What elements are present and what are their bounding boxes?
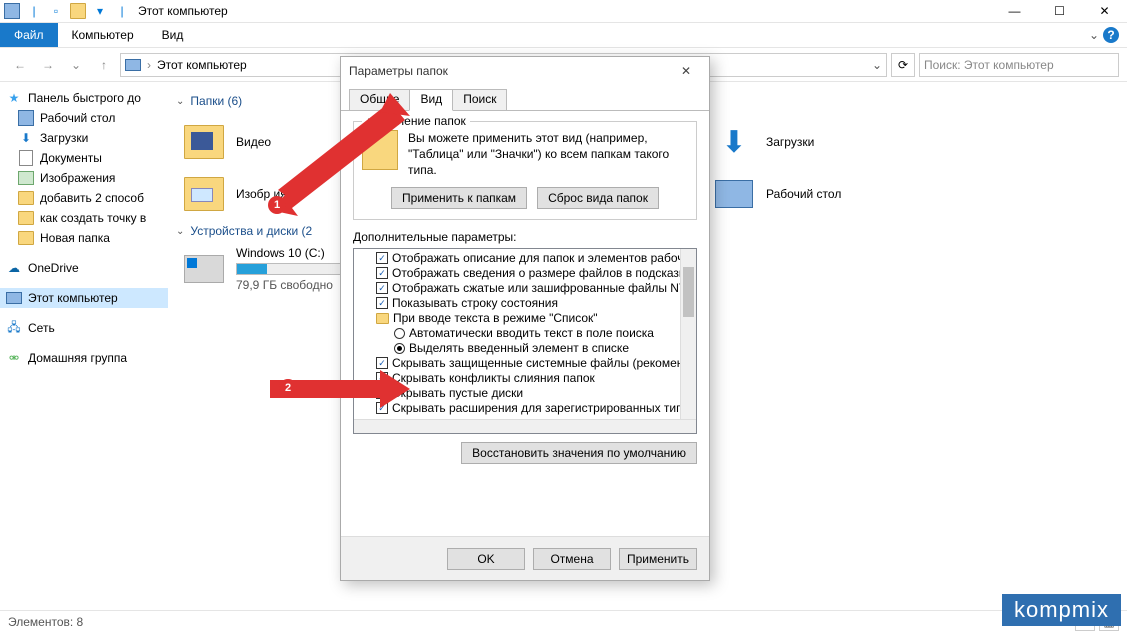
- sidebar-item-this-pc[interactable]: Этот компьютер: [0, 288, 168, 308]
- setting-row[interactable]: Автоматически вводить текст в поле поиск…: [358, 326, 696, 341]
- cancel-button[interactable]: Отмена: [533, 548, 611, 570]
- sidebar-item-folder[interactable]: как создать точку в: [0, 208, 168, 228]
- horizontal-scrollbar[interactable]: [354, 419, 696, 433]
- qat-new-folder-icon[interactable]: [70, 3, 86, 19]
- drive-free-text: 79,9 ГБ свободно: [236, 278, 356, 292]
- setting-row[interactable]: ✓Скрывать конфликты слияния папок: [358, 371, 696, 386]
- title-bar: | ▫ ▾ | Этот компьютер — ☐ ✕: [0, 0, 1127, 23]
- tab-computer[interactable]: Компьютер: [58, 23, 148, 47]
- qat-properties-icon[interactable]: ▫: [48, 3, 64, 19]
- dialog-tabs: Общие Вид Поиск: [341, 89, 709, 111]
- sidebar-item-folder[interactable]: Новая папка: [0, 228, 168, 248]
- sidebar-item-network[interactable]: 🖧Сеть: [0, 318, 168, 338]
- restore-defaults-button[interactable]: Восстановить значения по умолчанию: [461, 442, 697, 464]
- sidebar-item-folder[interactable]: добавить 2 способ: [0, 188, 168, 208]
- refresh-button[interactable]: ⟳: [891, 53, 915, 77]
- qat-dropdown-icon[interactable]: ▾: [92, 3, 108, 19]
- dialog-tab-general[interactable]: Общие: [349, 89, 410, 111]
- tab-file[interactable]: Файл: [0, 23, 58, 47]
- folder-views-group: дставление папок Вы можете применить это…: [353, 121, 697, 220]
- tab-view[interactable]: Вид: [148, 23, 198, 47]
- drive-name: Windows 10 (C:): [236, 246, 356, 260]
- sidebar-item-quickaccess[interactable]: ★Панель быстрого до: [0, 88, 168, 108]
- watermark: kompmix: [1002, 594, 1121, 626]
- setting-row[interactable]: Выделять введенный элемент в списке: [358, 341, 696, 356]
- nav-forward-button[interactable]: →: [36, 53, 60, 77]
- nav-up-button[interactable]: ↑: [92, 53, 116, 77]
- advanced-settings-label: Дополнительные параметры:: [353, 230, 697, 244]
- folder-views-description: Вы можете применить этот вид (например, …: [408, 130, 688, 179]
- search-placeholder: Поиск: Этот компьютер: [924, 58, 1054, 72]
- setting-row[interactable]: ✓Отображать сжатые или зашифрованные фай…: [358, 281, 696, 296]
- setting-row[interactable]: ✓Скрывать расширения для зарегистрирован…: [358, 401, 696, 416]
- setting-row[interactable]: ✓Скрывать пустые диски: [358, 386, 696, 401]
- sidebar-item-documents[interactable]: Документы: [0, 148, 168, 168]
- vertical-scrollbar[interactable]: [680, 249, 696, 419]
- help-icon[interactable]: ?: [1103, 27, 1119, 43]
- apply-to-folders-button[interactable]: Применить к папкам: [391, 187, 527, 209]
- sidebar-item-desktop[interactable]: Рабочий стол: [0, 108, 168, 128]
- close-button[interactable]: ✕: [1082, 0, 1127, 23]
- ok-button[interactable]: OK: [447, 548, 525, 570]
- system-menu-icon[interactable]: [4, 3, 20, 19]
- ribbon-expand-icon[interactable]: ⌄: [1089, 28, 1099, 42]
- sidebar-item-homegroup[interactable]: ⚮Домашняя группа: [0, 348, 168, 368]
- dialog-close-button[interactable]: ✕: [671, 64, 701, 78]
- setting-row[interactable]: ✓Отображать описание для папок и элемент…: [358, 251, 696, 266]
- folder-desktop[interactable]: Рабочий стол: [706, 168, 971, 220]
- this-pc-icon: [125, 59, 141, 71]
- apply-button[interactable]: Применить: [619, 548, 697, 570]
- reset-folders-button[interactable]: Сброс вида папок: [537, 187, 659, 209]
- folder-icon: [362, 130, 398, 170]
- folder-downloads[interactable]: ⬇Загрузки: [706, 116, 971, 168]
- folder-options-dialog: Параметры папок ✕ Общие Вид Поиск дставл…: [340, 56, 710, 581]
- navigation-pane: ★Панель быстрого до Рабочий стол ⬇Загруз…: [0, 82, 168, 610]
- nav-recent-dropdown[interactable]: ⌄: [64, 53, 88, 77]
- minimize-button[interactable]: —: [992, 0, 1037, 23]
- status-item-count: Элементов: 8: [8, 615, 83, 629]
- setting-row[interactable]: ✓Отображать сведения о размере файлов в …: [358, 266, 696, 281]
- annotation-badge: 1: [268, 196, 286, 214]
- qat-separator: |: [114, 3, 130, 19]
- search-input[interactable]: Поиск: Этот компьютер: [919, 53, 1119, 77]
- breadcrumb-label: Этот компьютер: [157, 58, 247, 72]
- qat-separator: |: [26, 3, 42, 19]
- window-title: Этот компьютер: [138, 4, 228, 18]
- advanced-settings-list[interactable]: ✓Отображать описание для папок и элемент…: [353, 248, 697, 434]
- setting-row[interactable]: ✓Показывать строку состояния: [358, 296, 696, 311]
- dialog-tab-search[interactable]: Поиск: [452, 89, 507, 111]
- breadcrumb-history-dropdown[interactable]: ⌄: [872, 58, 882, 72]
- dialog-title: Параметры папок: [349, 64, 448, 78]
- sidebar-item-pictures[interactable]: Изображения: [0, 168, 168, 188]
- nav-back-button[interactable]: ←: [8, 53, 32, 77]
- status-bar: Элементов: 8 ≣ ▦: [0, 610, 1127, 632]
- sidebar-item-downloads[interactable]: ⬇Загрузки: [0, 128, 168, 148]
- setting-row[interactable]: При вводе текста в режиме "Список": [358, 311, 696, 326]
- setting-row[interactable]: ✓Скрывать защищенные системные файлы (ре…: [358, 356, 696, 371]
- ribbon-tabs: Файл Компьютер Вид ⌄ ?: [0, 23, 1127, 48]
- annotation-badge: 2: [279, 379, 297, 397]
- sidebar-item-onedrive[interactable]: ☁OneDrive: [0, 258, 168, 278]
- maximize-button[interactable]: ☐: [1037, 0, 1082, 23]
- dialog-tab-view[interactable]: Вид: [409, 89, 453, 111]
- drive-space-bar: [236, 263, 356, 275]
